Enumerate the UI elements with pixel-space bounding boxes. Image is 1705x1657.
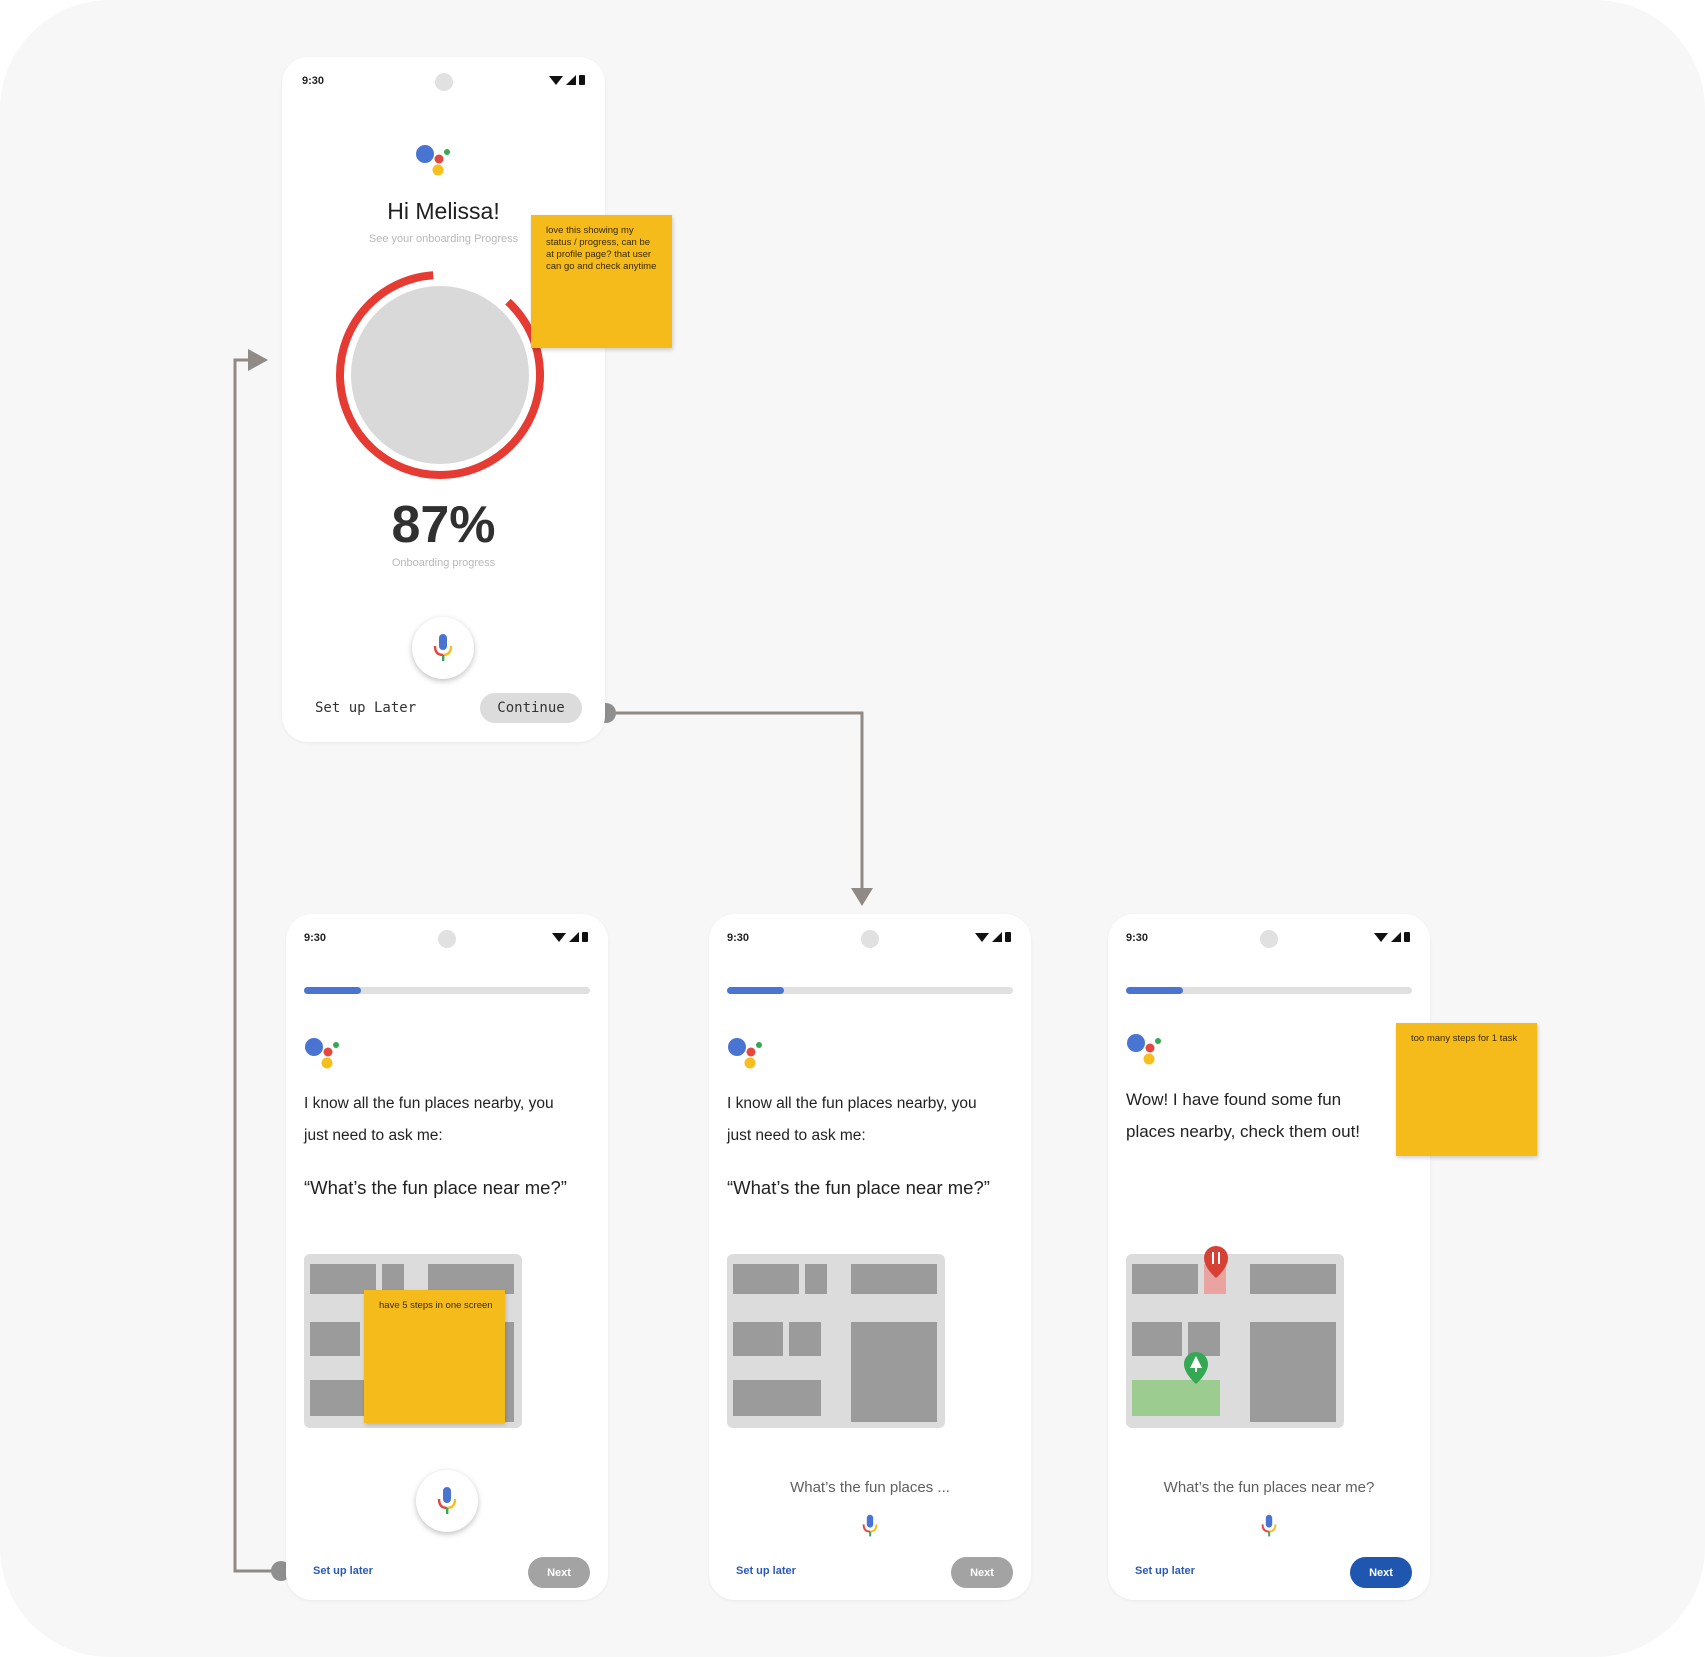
camera-cutout bbox=[438, 930, 456, 948]
status-time: 9:30 bbox=[727, 932, 750, 944]
status-bar: 9:30 bbox=[282, 57, 605, 107]
sticky-note-text: have 5 steps in one screen bbox=[379, 1300, 493, 1311]
arrow-down-icon bbox=[851, 888, 873, 906]
sticky-note-text: love this showing my status / progress, … bbox=[546, 225, 657, 272]
progress-percent: 87% bbox=[391, 496, 496, 554]
setup-later-link[interactable]: Set up Later bbox=[315, 700, 416, 716]
status-icons bbox=[552, 932, 588, 942]
step-progress-fill bbox=[1126, 987, 1184, 994]
status-time: 9:30 bbox=[304, 932, 327, 944]
status-bar: 9:30 bbox=[286, 914, 608, 964]
progress-ring-center bbox=[345, 280, 535, 470]
mic-button[interactable] bbox=[416, 1470, 478, 1532]
setup-later-link[interactable]: Set up later bbox=[313, 1565, 373, 1577]
example-query: “What’s the fun place near me?” bbox=[727, 1177, 990, 1198]
connector-continue-to-step bbox=[607, 711, 864, 890]
next-button[interactable]: Next bbox=[528, 1557, 590, 1588]
sticky-note-progress: love this showing my status / progress, … bbox=[531, 215, 672, 348]
battery-icon bbox=[579, 75, 585, 85]
signal-icon bbox=[569, 932, 579, 942]
sticky-note-text: too many steps for 1 task bbox=[1411, 1033, 1518, 1044]
map-results-illustration bbox=[1126, 1246, 1344, 1428]
assistant-logo-icon bbox=[416, 145, 450, 176]
example-query: “What’s the fun place near me?” bbox=[304, 1177, 567, 1198]
next-button[interactable]: Next bbox=[1350, 1557, 1412, 1588]
signal-icon bbox=[566, 75, 576, 85]
mic-icon[interactable] bbox=[1259, 1514, 1279, 1538]
phone-screen-step-2: 9:30 I know all the fun places nearby, y… bbox=[709, 914, 1031, 1600]
battery-icon bbox=[1404, 932, 1410, 942]
phone-screen-progress: 9:30 Hi Melissa! See your onboarding Pro… bbox=[282, 57, 605, 742]
signal-icon bbox=[992, 932, 1002, 942]
map-illustration bbox=[727, 1254, 945, 1428]
next-button[interactable]: Next bbox=[951, 1557, 1013, 1588]
status-icons bbox=[1374, 932, 1410, 942]
battery-icon bbox=[1005, 932, 1011, 942]
status-bar: 9:30 bbox=[1108, 914, 1430, 964]
progress-ring bbox=[336, 271, 544, 479]
phone-screen-step-3: 9:30 Wow! I have found some fun places n… bbox=[1108, 914, 1430, 1600]
step-progress-fill bbox=[727, 987, 785, 994]
listening-transcript: What’s the fun places near me? bbox=[1163, 1479, 1375, 1496]
step-progress-track bbox=[1126, 987, 1412, 994]
mic-icon[interactable] bbox=[860, 1514, 880, 1538]
wifi-icon bbox=[549, 76, 563, 85]
progress-label: Onboarding progress bbox=[391, 557, 496, 569]
continue-button[interactable]: Continue bbox=[480, 693, 582, 723]
wifi-icon bbox=[552, 933, 566, 942]
mic-icon bbox=[433, 634, 453, 661]
status-time: 9:30 bbox=[1126, 932, 1149, 944]
assistant-result-message: Wow! I have found some fun places nearby… bbox=[1126, 1090, 1361, 1141]
listening-transcript: What’s the fun places ... bbox=[790, 1479, 950, 1496]
connector-setup-later-back bbox=[233, 358, 281, 1573]
status-icons bbox=[549, 75, 585, 85]
status-icons bbox=[975, 932, 1011, 942]
assistant-logo-icon bbox=[1127, 1034, 1161, 1065]
step-progress-track bbox=[727, 987, 1013, 994]
wifi-icon bbox=[975, 933, 989, 942]
mic-icon bbox=[437, 1487, 457, 1514]
assistant-logo-icon bbox=[305, 1038, 339, 1069]
status-bar: 9:30 bbox=[709, 914, 1031, 964]
step-progress-track bbox=[304, 987, 590, 994]
camera-cutout bbox=[434, 73, 453, 91]
step-progress-fill bbox=[304, 987, 362, 994]
wifi-icon bbox=[1374, 933, 1388, 942]
arrow-right-icon bbox=[248, 349, 268, 371]
camera-cutout bbox=[861, 930, 879, 948]
phone-screen-step-1: 9:30 I know all the fun places nearby, y… bbox=[286, 914, 608, 1600]
mic-button[interactable] bbox=[412, 617, 474, 679]
camera-cutout bbox=[1260, 930, 1278, 948]
sticky-note-step-1: have 5 steps in one screen bbox=[364, 1290, 505, 1423]
signal-icon bbox=[1391, 932, 1401, 942]
assistant-prompt: I know all the fun places nearby, you ju… bbox=[304, 1095, 554, 1144]
setup-later-link[interactable]: Set up later bbox=[736, 1565, 796, 1577]
sticky-note-step-3: too many steps for 1 task bbox=[1396, 1023, 1537, 1156]
assistant-prompt: I know all the fun places nearby, you ju… bbox=[727, 1095, 977, 1144]
status-time: 9:30 bbox=[302, 75, 325, 87]
assistant-logo-icon bbox=[728, 1038, 762, 1069]
battery-icon bbox=[582, 932, 588, 942]
setup-later-link[interactable]: Set up later bbox=[1135, 1565, 1195, 1577]
